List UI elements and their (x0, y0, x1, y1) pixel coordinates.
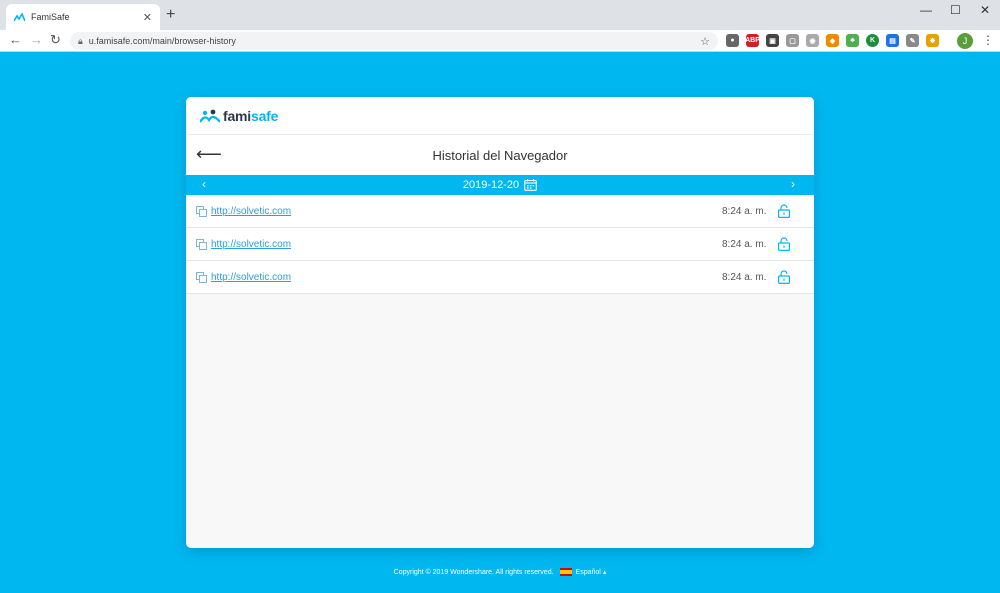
tab-title: FamiSafe (31, 12, 70, 22)
app-header: famisafe (186, 97, 814, 135)
forward-icon[interactable]: → (30, 32, 43, 47)
extension-icon-5[interactable]: ◆ (826, 34, 839, 47)
famisafe-logo-text[interactable]: famisafe (223, 108, 278, 124)
bookmark-star-icon[interactable]: ☆ (700, 35, 710, 48)
minimize-icon[interactable]: — (920, 3, 932, 17)
block-site-lock-icon[interactable] (778, 237, 790, 251)
history-url-link[interactable]: http://solvetic.com (211, 272, 291, 283)
extension-icon-6[interactable]: ♣ (846, 34, 859, 47)
url-text[interactable]: u.famisafe.com/main/browser-history (89, 36, 236, 46)
history-time: 8:24 a. m. (722, 238, 767, 250)
history-row: http://solvetic.com 8:24 a. m. (186, 195, 814, 228)
block-site-lock-icon[interactable] (778, 270, 790, 284)
profile-avatar[interactable]: J (957, 33, 973, 49)
history-url-link[interactable]: http://solvetic.com (211, 239, 291, 250)
famisafe-favicon-icon (14, 12, 25, 23)
browser-history-card: famisafe ⟵ Historial del Navegador ‹ 201… (186, 97, 814, 548)
title-row: ⟵ Historial del Navegador (186, 135, 814, 175)
extension-icon-9[interactable]: ✎ (906, 34, 919, 47)
extension-icon-4[interactable]: ◉ (806, 34, 819, 47)
extension-icon-7[interactable]: K (866, 34, 879, 47)
calendar-icon[interactable] (524, 179, 537, 191)
page-footer: Copyright © 2019 Wondershare. All rights… (0, 568, 1000, 576)
address-bar[interactable]: 🔒︎ u.famisafe.com/main/browser-history ☆ (70, 32, 718, 50)
spain-flag-icon[interactable] (559, 568, 572, 576)
famisafe-logo-icon (200, 109, 220, 123)
adblock-extension-icon[interactable]: ABP (745, 34, 760, 47)
page-title: Historial del Navegador (432, 147, 568, 163)
block-site-lock-icon[interactable] (778, 204, 790, 218)
back-arrow-icon[interactable]: ⟵ (196, 145, 222, 163)
history-list: http://solvetic.com 8:24 a. m. http://so… (186, 195, 814, 294)
browser-menu-icon[interactable]: ⋮ (982, 33, 994, 47)
date-navigator: ‹ 2019-12-20 › (186, 175, 814, 195)
copy-icon[interactable] (196, 271, 207, 283)
copyright-text: Copyright © 2019 Wondershare. All rights… (393, 568, 554, 576)
tab-close-icon[interactable]: ✕ (143, 11, 152, 24)
back-icon[interactable]: ← (9, 32, 22, 47)
browser-titlebar: FamiSafe ✕ + — ☐ ✕ (0, 0, 1000, 30)
secure-lock-icon: 🔒︎ (78, 35, 83, 46)
maximize-icon[interactable]: ☐ (950, 3, 961, 17)
next-date-icon[interactable]: › (791, 177, 795, 191)
copy-icon[interactable] (196, 205, 207, 217)
extension-icon-2[interactable]: ▣ (766, 34, 779, 47)
caret-up-icon[interactable]: ▴ (603, 568, 607, 576)
extension-icon-1[interactable]: ● (726, 34, 739, 47)
history-url-link[interactable]: http://solvetic.com (211, 206, 291, 217)
current-date[interactable]: 2019-12-20 (463, 179, 519, 191)
history-row: http://solvetic.com 8:24 a. m. (186, 261, 814, 294)
close-window-icon[interactable]: ✕ (980, 3, 990, 17)
new-tab-icon[interactable]: + (166, 6, 175, 24)
history-time: 8:24 a. m. (722, 205, 767, 217)
extension-icon-10[interactable]: ✸ (926, 34, 939, 47)
reload-icon[interactable]: ↻ (50, 32, 61, 48)
history-row: http://solvetic.com 8:24 a. m. (186, 228, 814, 261)
extension-icon-3[interactable]: ▢ (786, 34, 799, 47)
extension-icon-8[interactable]: ▤ (886, 34, 899, 47)
browser-toolbar: ← → ↻ 🔒︎ u.famisafe.com/main/browser-his… (0, 30, 1000, 52)
previous-date-icon[interactable]: ‹ (202, 177, 206, 191)
browser-tab[interactable]: FamiSafe ✕ (6, 4, 160, 30)
language-selector[interactable]: Español (576, 569, 601, 576)
copy-icon[interactable] (196, 238, 207, 250)
history-time: 8:24 a. m. (722, 271, 767, 283)
